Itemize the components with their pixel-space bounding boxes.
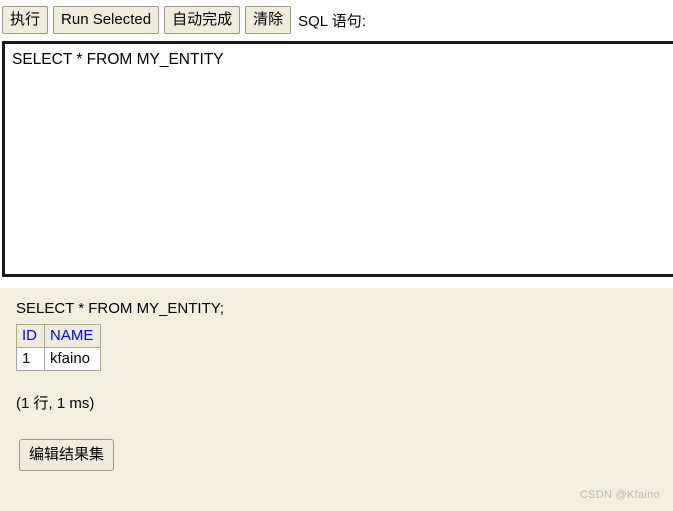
result-panel: SELECT * FROM MY_ENTITY; ID NAME 1 kfain…	[0, 288, 673, 511]
result-status-text: (1 行, 1 ms)	[16, 395, 95, 412]
run-selected-button[interactable]: Run Selected	[53, 6, 160, 34]
csdn-watermark: CSDN @Kfaino	[579, 489, 660, 501]
sql-statement-label: SQL 语句:	[298, 12, 366, 30]
execute-button[interactable]: 执行	[2, 6, 49, 34]
column-header-name[interactable]: NAME	[43, 324, 102, 348]
result-table: ID NAME 1 kfaino	[16, 324, 102, 371]
result-table-body: 1 kfaino	[16, 347, 102, 371]
cell-name[interactable]: kfaino	[43, 347, 102, 371]
sql-input[interactable]	[5, 44, 673, 274]
column-header-id[interactable]: ID	[16, 324, 45, 348]
toolbar: 执行 Run Selected 自动完成 清除 SQL 语句:	[0, 0, 673, 40]
edit-result-set-button[interactable]: 编辑结果集	[19, 439, 115, 471]
table-header-row: ID NAME	[16, 324, 102, 348]
sql-editor-container[interactable]	[2, 41, 673, 277]
result-table-head: ID NAME	[16, 324, 102, 348]
auto-complete-button[interactable]: 自动完成	[164, 6, 241, 34]
clear-button[interactable]: 清除	[245, 6, 292, 34]
cell-id[interactable]: 1	[16, 347, 45, 371]
executed-query-text: SELECT * FROM MY_ENTITY;	[16, 300, 224, 317]
table-row[interactable]: 1 kfaino	[16, 347, 102, 371]
